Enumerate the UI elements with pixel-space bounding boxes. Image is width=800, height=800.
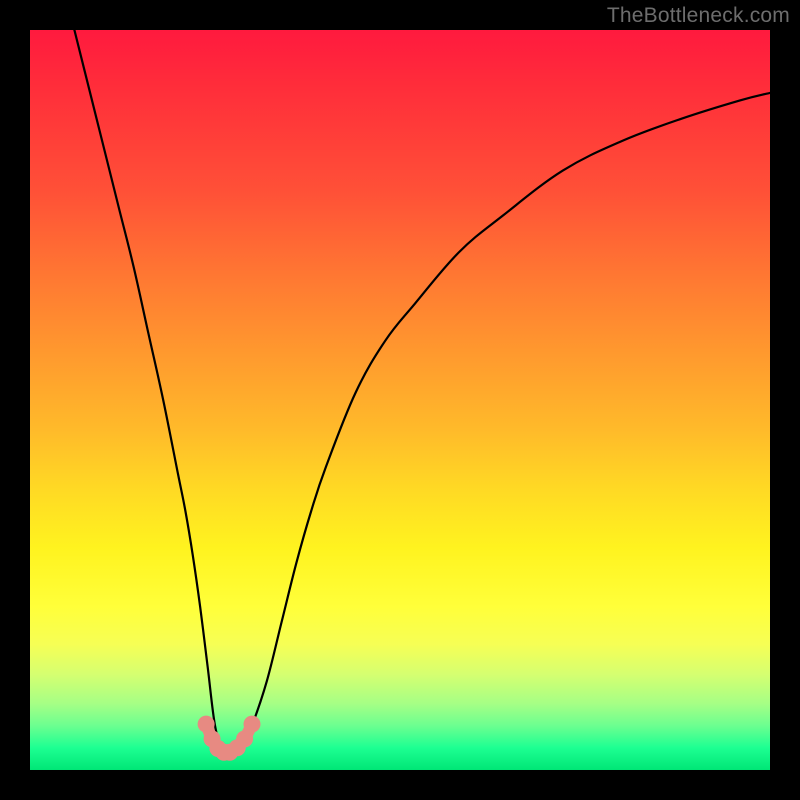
highlight-dot bbox=[244, 716, 261, 733]
plot-frame bbox=[30, 30, 770, 770]
highlight-dot bbox=[198, 716, 215, 733]
watermark-text: TheBottleneck.com bbox=[607, 4, 790, 28]
highlight-dot bbox=[236, 730, 253, 747]
highlight-dots-group bbox=[198, 716, 261, 761]
highlight-markers bbox=[30, 30, 770, 770]
